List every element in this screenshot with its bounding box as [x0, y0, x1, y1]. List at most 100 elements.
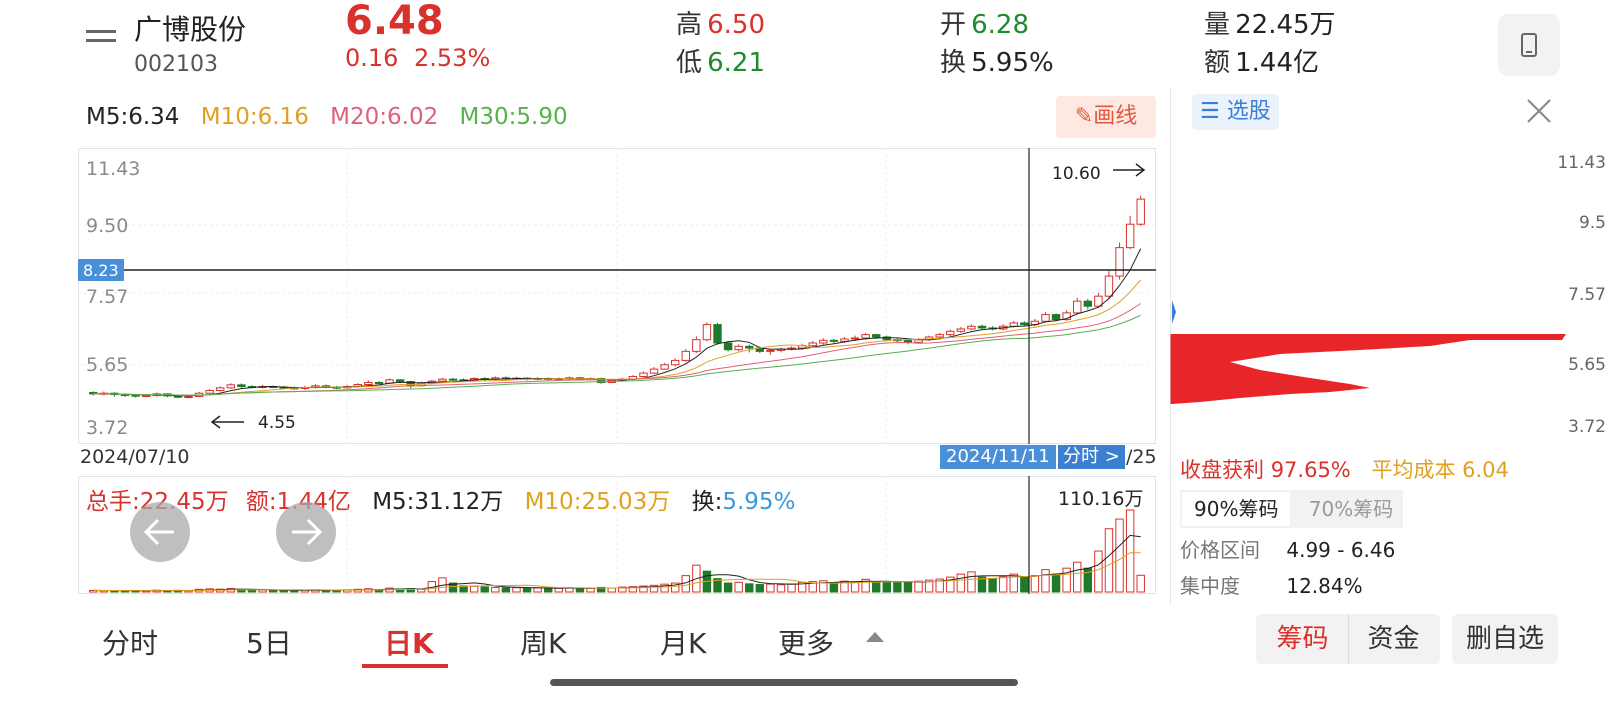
volume-bar — [1030, 575, 1040, 593]
amount-label: 额 — [1204, 48, 1231, 78]
avg-cost-label: 平均成本 — [1371, 458, 1456, 482]
candle — [1104, 275, 1114, 297]
candle — [438, 378, 447, 382]
candle — [745, 345, 754, 349]
stock-name: 广博股份 — [134, 13, 247, 46]
tab-more[interactable]: 更多 — [778, 622, 834, 662]
tab-intraday[interactable]: 分时 — [102, 622, 158, 662]
close-icon[interactable] — [1524, 96, 1554, 130]
ma10-value: M10:6.16 — [200, 104, 309, 130]
candle — [1115, 247, 1124, 277]
tab-90-chip[interactable]: 90%筹码 — [1182, 492, 1291, 526]
volume-bar — [1073, 561, 1082, 593]
high-value: 6.50 — [707, 10, 765, 40]
volume-bar — [501, 587, 511, 593]
volume-bar — [988, 578, 997, 593]
candle — [967, 325, 976, 330]
low-label: 低 — [676, 48, 703, 78]
volume-bar — [491, 586, 500, 593]
candle — [670, 359, 680, 366]
stock-code: 002103 — [134, 52, 218, 77]
tab-70-chip[interactable]: 70%筹码 — [1299, 490, 1403, 528]
volume-bar — [512, 587, 521, 593]
candle — [216, 387, 225, 392]
volume-bar — [1020, 576, 1029, 593]
candle — [734, 345, 743, 351]
high-item: 高 6.50 — [676, 4, 765, 41]
volume-bar — [268, 589, 278, 593]
volume-label: 量 — [1204, 10, 1231, 40]
volume-bar — [787, 583, 796, 593]
volume-chart[interactable] — [78, 476, 1156, 594]
home-indicator — [550, 679, 1018, 686]
candle — [1020, 322, 1029, 326]
volume-bar — [554, 587, 564, 593]
arrow-right-icon — [292, 518, 323, 546]
tab-daily-k[interactable]: 日K — [384, 622, 434, 662]
low-value: 6.21 — [707, 48, 765, 78]
tab-5day[interactable]: 5日 — [246, 622, 292, 662]
candle — [374, 381, 384, 384]
price-change: 0.16 — [345, 44, 399, 72]
kline-chart[interactable]: 11.43 9.50 7.57 5.65 3.72 8.23 10.60 4.5… — [78, 148, 1156, 444]
crosshair-date-badge: 2024/11/11 — [940, 445, 1056, 469]
price-tick: 3.72 — [86, 417, 128, 439]
volume-bar — [914, 580, 923, 593]
concentration-row: 集中度 12.84% — [1180, 570, 1363, 599]
volume-bar — [575, 587, 585, 593]
intraday-label: 分时 > — [1063, 446, 1120, 467]
candle — [141, 395, 151, 398]
chip-axis-tick: 5.65 — [1568, 355, 1606, 375]
volume-bar — [829, 582, 839, 593]
draw-line-button[interactable]: ✎画线 — [1056, 96, 1156, 138]
candle — [205, 390, 214, 394]
volume-bar — [745, 583, 754, 593]
volume-bar — [544, 587, 553, 593]
price-range-row: 价格区间 4.99 - 6.46 — [1180, 534, 1395, 563]
list-icon: ☰ — [1200, 99, 1220, 124]
caret-up-icon[interactable] — [866, 632, 884, 642]
active-tab-underline — [362, 664, 448, 668]
candle — [131, 394, 140, 397]
price-tick: 5.65 — [86, 354, 128, 376]
tab-monthly-k[interactable]: 月K — [660, 622, 706, 662]
volume-bar — [1115, 518, 1124, 593]
chip-button[interactable]: 筹码 资金 — [1256, 614, 1440, 664]
price-range-value: 4.99 - 6.46 — [1286, 538, 1396, 562]
price-change-pct: 2.53% — [414, 44, 491, 72]
candle — [184, 396, 193, 399]
candle — [935, 334, 944, 338]
menu-icon[interactable] — [86, 24, 116, 48]
volume-bar — [607, 587, 616, 593]
ma-legend: M5:6.34 M10:6.16 M20:6.02 M30:5.90 — [86, 104, 568, 130]
volume-bar — [247, 589, 257, 593]
select-stock-label: 选股 — [1226, 99, 1271, 124]
candle — [395, 379, 405, 382]
date-start: 2024/07/10 — [80, 446, 190, 468]
volume-bar — [882, 581, 891, 593]
concentration-value: 12.84% — [1286, 574, 1363, 598]
volume-bar — [1125, 509, 1135, 593]
intraday-button[interactable]: 分时 > — [1058, 445, 1125, 469]
candle — [829, 339, 839, 342]
candle — [766, 349, 775, 352]
volume-bar — [766, 583, 775, 593]
volume-bar — [956, 573, 966, 593]
draw-line-label: 画线 — [1093, 104, 1138, 129]
rotate-screen-button[interactable] — [1498, 14, 1560, 76]
chip-button-label: 筹码 — [1276, 624, 1329, 654]
volume-bar — [755, 584, 765, 593]
volume-bar — [903, 581, 913, 593]
remove-watchlist-button[interactable]: 删自选 — [1452, 614, 1558, 664]
funds-button[interactable]: 资金 — [1347, 614, 1439, 664]
scroll-right-button[interactable] — [276, 502, 336, 562]
tab-weekly-k[interactable]: 周K — [520, 622, 566, 662]
crosshair-price-label: 8.23 — [83, 261, 119, 280]
scroll-left-button[interactable] — [130, 502, 190, 562]
amount-item: 额 1.44亿 — [1204, 42, 1319, 79]
select-stock-button[interactable]: ☰ 选股 — [1192, 94, 1279, 130]
volume-item: 量 22.45万 — [1204, 4, 1336, 41]
volume-bar — [258, 589, 267, 593]
turnover-label: 换 — [940, 48, 967, 78]
chip-axis-tick: 3.72 — [1568, 417, 1606, 437]
